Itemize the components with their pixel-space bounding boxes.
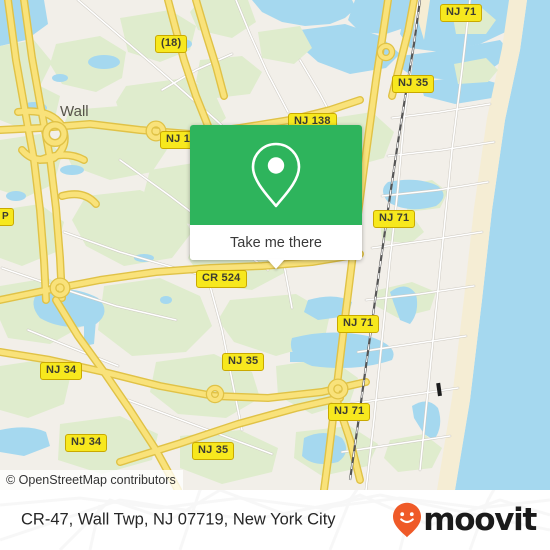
take-me-there-label: Take me there — [230, 234, 322, 251]
place-label-wall: Wall — [60, 103, 89, 120]
road-shield: NJ 35 — [222, 353, 265, 371]
address-text: CR-47, Wall Twp, NJ 07719, New York City — [21, 510, 336, 529]
road-shield: (18) — [155, 35, 188, 53]
moovit-pin-smiley-icon — [393, 502, 422, 538]
moovit-map-screenshot: Wall (18) NJ 71 NJ 35 NJ 138 NJ 138 NJ 7… — [0, 0, 550, 550]
map-pin-icon — [251, 142, 301, 208]
road-shield: NJ 34 — [65, 434, 108, 452]
destination-callout[interactable]: Take me there — [190, 125, 362, 269]
parking-shield: P — [0, 208, 14, 226]
callout-header — [190, 125, 362, 225]
road-shield: CR 524 — [196, 270, 247, 288]
road-shield: NJ 35 — [392, 75, 435, 93]
osm-attribution[interactable]: © OpenStreetMap contributors — [0, 470, 183, 490]
road-shield: NJ 71 — [440, 4, 483, 22]
map-canvas[interactable]: Wall (18) NJ 71 NJ 35 NJ 138 NJ 138 NJ 7… — [0, 0, 550, 490]
road-shield: NJ 71 — [337, 315, 380, 333]
road-shield: NJ 35 — [192, 442, 235, 460]
road-shield: NJ 34 — [40, 362, 83, 380]
moovit-wordmark: moovit — [423, 501, 537, 538]
callout-footer[interactable]: Take me there — [190, 225, 362, 269]
footer-bar: CR-47, Wall Twp, NJ 07719, New York City… — [0, 490, 550, 550]
road-shield: NJ 71 — [328, 403, 371, 421]
callout-tail — [267, 259, 285, 269]
road-shield: NJ 71 — [373, 210, 416, 228]
moovit-logo[interactable]: moovit — [392, 501, 537, 538]
